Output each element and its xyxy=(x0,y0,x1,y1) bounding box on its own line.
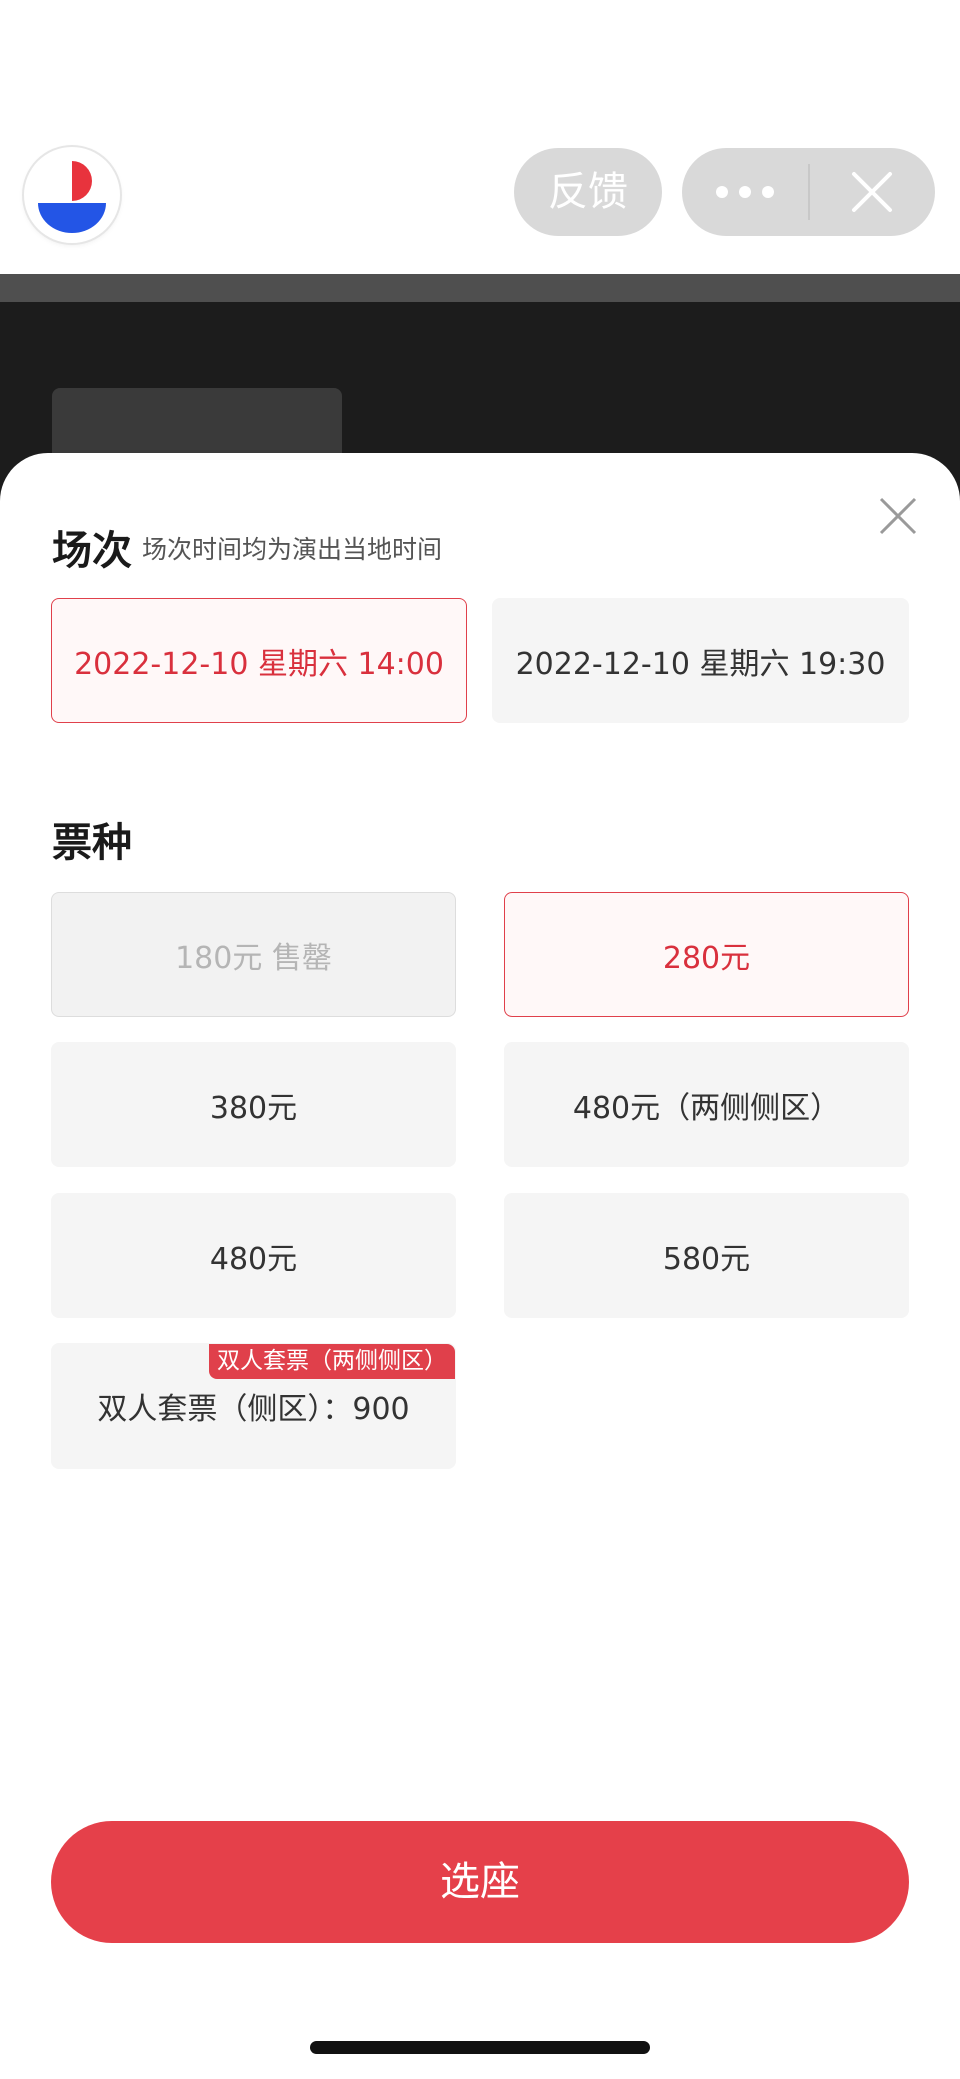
ticket-option-label: 380元 xyxy=(209,1090,298,1126)
ticket-selection-sheet: 场次 场次时间均为演出当地时间 2022-12-10 星期六 14:00 202… xyxy=(0,453,960,2079)
ticket-option-label: 双人套票（侧区）：900 xyxy=(97,1392,410,1427)
ticket-option-480[interactable]: 480元 xyxy=(51,1193,456,1318)
session-option-2[interactable]: 2022-12-10 星期六 19:30 xyxy=(492,598,909,723)
ticket-option-label: 480元（两侧侧区） xyxy=(572,1090,841,1126)
ticket-option-label: 280元 xyxy=(662,940,751,976)
home-indicator xyxy=(310,2041,650,2054)
ticket-section-title: 票种 xyxy=(52,820,132,866)
select-seat-button[interactable]: 选座 xyxy=(51,1821,909,1943)
session-section-title: 场次 xyxy=(52,528,132,574)
ticket-option-couple-package[interactable]: 双人套票（两侧侧区） 双人套票（侧区）：900 xyxy=(51,1343,456,1469)
feedback-button[interactable]: 反馈 xyxy=(514,148,662,236)
ticket-option-380[interactable]: 380元 xyxy=(51,1042,456,1167)
menu-capsule xyxy=(682,148,935,236)
ticket-option-280[interactable]: 280元 xyxy=(504,892,909,1017)
session-option-label: 2022-12-10 星期六 19:30 xyxy=(515,646,886,682)
session-option-label: 2022-12-10 星期六 14:00 xyxy=(74,646,444,682)
ticket-option-480-side[interactable]: 480元（两侧侧区） xyxy=(504,1042,909,1167)
ticket-option-580[interactable]: 580元 xyxy=(504,1193,909,1318)
ticket-option-label: 480元 xyxy=(209,1241,298,1277)
ticket-option-label: 180元 售罄 xyxy=(175,940,332,976)
session-option-1[interactable]: 2022-12-10 星期六 14:00 xyxy=(51,598,467,723)
close-icon[interactable] xyxy=(810,148,935,236)
ticket-option-label: 580元 xyxy=(662,1241,751,1277)
backdrop-strip xyxy=(0,274,960,302)
package-tag-badge: 双人套票（两侧侧区） xyxy=(209,1344,455,1379)
more-dots-icon[interactable] xyxy=(682,148,808,236)
mini-program-top-bar: 反馈 xyxy=(0,0,960,274)
ticket-option-180: 180元 售罄 xyxy=(51,892,456,1017)
session-timezone-note: 场次时间均为演出当地时间 xyxy=(142,535,443,564)
sheet-close-icon[interactable] xyxy=(875,493,921,539)
app-logo-icon xyxy=(24,147,120,243)
